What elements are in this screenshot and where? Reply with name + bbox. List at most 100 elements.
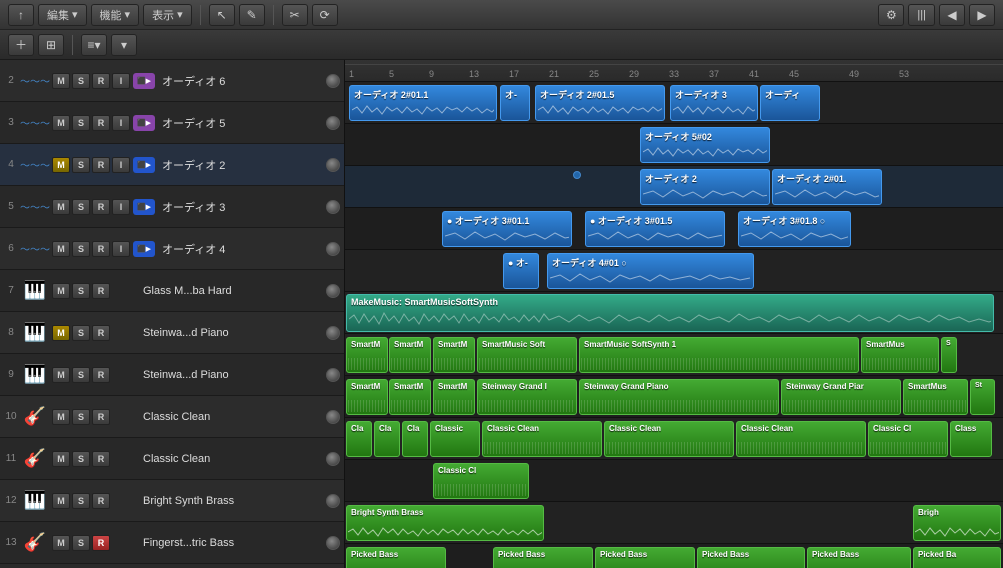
- clip[interactable]: オーディオ 2#01.1: [349, 85, 497, 121]
- mute-button[interactable]: M: [52, 325, 70, 341]
- mute-button[interactable]: M: [52, 283, 70, 299]
- mute-button[interactable]: M: [52, 115, 70, 131]
- solo-button[interactable]: S: [72, 115, 90, 131]
- clip[interactable]: MakeMusic: SmartMusicSoftSynth: [346, 294, 994, 332]
- record-button[interactable]: R: [92, 283, 110, 299]
- add-folder-button[interactable]: ⊞: [38, 34, 64, 56]
- record-button[interactable]: R: [92, 325, 110, 341]
- clip[interactable]: SmartM: [433, 337, 475, 373]
- mute-button[interactable]: M: [52, 367, 70, 383]
- clip[interactable]: SmartM: [346, 337, 388, 373]
- record-button[interactable]: R: [92, 241, 110, 257]
- volume-knob[interactable]: [326, 242, 340, 256]
- clip[interactable]: Cla: [402, 421, 428, 457]
- clip[interactable]: Classic Clean: [736, 421, 866, 457]
- clip[interactable]: SmartM: [346, 379, 388, 415]
- clip[interactable]: オーディオ 2: [640, 169, 770, 205]
- clip[interactable]: Steinway Grand Piar: [781, 379, 901, 415]
- solo-button[interactable]: S: [72, 451, 90, 467]
- volume-knob[interactable]: [326, 452, 340, 466]
- clip[interactable]: Steinway Grand Piano: [579, 379, 779, 415]
- solo-button[interactable]: S: [72, 241, 90, 257]
- solo-button[interactable]: S: [72, 73, 90, 89]
- input-button[interactable]: I: [112, 115, 130, 131]
- clip[interactable]: SmartM: [389, 379, 431, 415]
- record-button[interactable]: R: [92, 409, 110, 425]
- record-button[interactable]: R: [92, 157, 110, 173]
- input-button[interactable]: I: [112, 241, 130, 257]
- clip[interactable]: オーディオ 2#01.: [772, 169, 882, 205]
- record-button[interactable]: R: [92, 73, 110, 89]
- mute-button[interactable]: M: [52, 241, 70, 257]
- mute-button[interactable]: M: [52, 535, 70, 551]
- clip[interactable]: オーディオ 2#01.5: [535, 85, 665, 121]
- solo-button[interactable]: S: [72, 199, 90, 215]
- volume-knob[interactable]: [326, 284, 340, 298]
- clip[interactable]: SmartM: [433, 379, 475, 415]
- clip-bright-synth-brass[interactable]: Bright Synth Brass: [346, 505, 544, 541]
- clip[interactable]: オーディ: [760, 85, 820, 121]
- record-button[interactable]: R: [92, 367, 110, 383]
- solo-button[interactable]: S: [72, 409, 90, 425]
- function-menu[interactable]: 機能 ▾: [91, 4, 140, 26]
- solo-button[interactable]: S: [72, 157, 90, 173]
- clip[interactable]: オーディオ 3: [670, 85, 758, 121]
- mute-button[interactable]: M: [52, 73, 70, 89]
- meter-button[interactable]: |||: [908, 4, 935, 26]
- solo-button[interactable]: S: [72, 493, 90, 509]
- volume-knob[interactable]: [326, 494, 340, 508]
- input-button[interactable]: I: [112, 73, 130, 89]
- clip-picked-bass-5[interactable]: Picked Bass: [807, 547, 911, 568]
- solo-button[interactable]: S: [72, 325, 90, 341]
- nav-left[interactable]: ◀: [939, 4, 965, 26]
- view-menu[interactable]: 表示 ▾: [143, 4, 192, 26]
- volume-knob[interactable]: [326, 200, 340, 214]
- volume-knob[interactable]: [326, 74, 340, 88]
- record-button[interactable]: R: [92, 535, 110, 551]
- clip[interactable]: ● オーディオ 3#01.5: [585, 211, 725, 247]
- clip[interactable]: Cla: [374, 421, 400, 457]
- clip-picked-bass-3[interactable]: Picked Bass: [595, 547, 695, 568]
- clip[interactable]: SmartMusic SoftSynth 1: [579, 337, 859, 373]
- edit-menu[interactable]: 編集 ▾: [38, 4, 87, 26]
- volume-knob[interactable]: [326, 158, 340, 172]
- volume-knob[interactable]: [326, 116, 340, 130]
- clip[interactable]: Classic Cl: [868, 421, 948, 457]
- nav-right[interactable]: ▶: [969, 4, 995, 26]
- back-button[interactable]: ↑: [8, 4, 34, 26]
- record-button[interactable]: R: [92, 493, 110, 509]
- clip[interactable]: SmartMus: [903, 379, 968, 415]
- clip[interactable]: St: [970, 379, 995, 415]
- volume-knob[interactable]: [326, 536, 340, 550]
- clip[interactable]: SmartMusic Soft: [477, 337, 577, 373]
- input-button[interactable]: I: [112, 199, 130, 215]
- record-button[interactable]: R: [92, 199, 110, 215]
- clip[interactable]: Class: [950, 421, 992, 457]
- tool-loop[interactable]: ⟳: [312, 4, 338, 26]
- add-track-button[interactable]: ＋: [8, 34, 34, 56]
- record-button[interactable]: R: [92, 451, 110, 467]
- list-button[interactable]: ▾: [111, 34, 137, 56]
- clip[interactable]: S: [941, 337, 957, 373]
- volume-knob[interactable]: [326, 326, 340, 340]
- record-button[interactable]: R: [92, 115, 110, 131]
- clip-picked-bass-2[interactable]: Picked Bass: [493, 547, 593, 568]
- input-button[interactable]: I: [112, 157, 130, 173]
- clip-picked-bass-1[interactable]: Picked Bass: [346, 547, 446, 568]
- volume-knob[interactable]: [326, 368, 340, 382]
- clip[interactable]: Classic Clean: [604, 421, 734, 457]
- mute-button[interactable]: M: [52, 451, 70, 467]
- clip[interactable]: Steinway Grand I: [477, 379, 577, 415]
- clip-bright-synth-brass-2[interactable]: Brigh: [913, 505, 1001, 541]
- clip[interactable]: オーディオ 3#01.8 ○: [738, 211, 851, 247]
- clip[interactable]: オーディオ 4#01 ○: [547, 253, 754, 289]
- mute-button[interactable]: M: [52, 199, 70, 215]
- settings-button[interactable]: ⚙: [878, 4, 904, 26]
- clip[interactable]: SmartMus: [861, 337, 939, 373]
- clip[interactable]: ● オーディオ 3#01.1: [442, 211, 572, 247]
- clip[interactable]: Classic Cl: [433, 463, 529, 499]
- solo-button[interactable]: S: [72, 535, 90, 551]
- clip[interactable]: Cla: [346, 421, 372, 457]
- mute-button[interactable]: M: [52, 157, 70, 173]
- clip[interactable]: Classic: [430, 421, 480, 457]
